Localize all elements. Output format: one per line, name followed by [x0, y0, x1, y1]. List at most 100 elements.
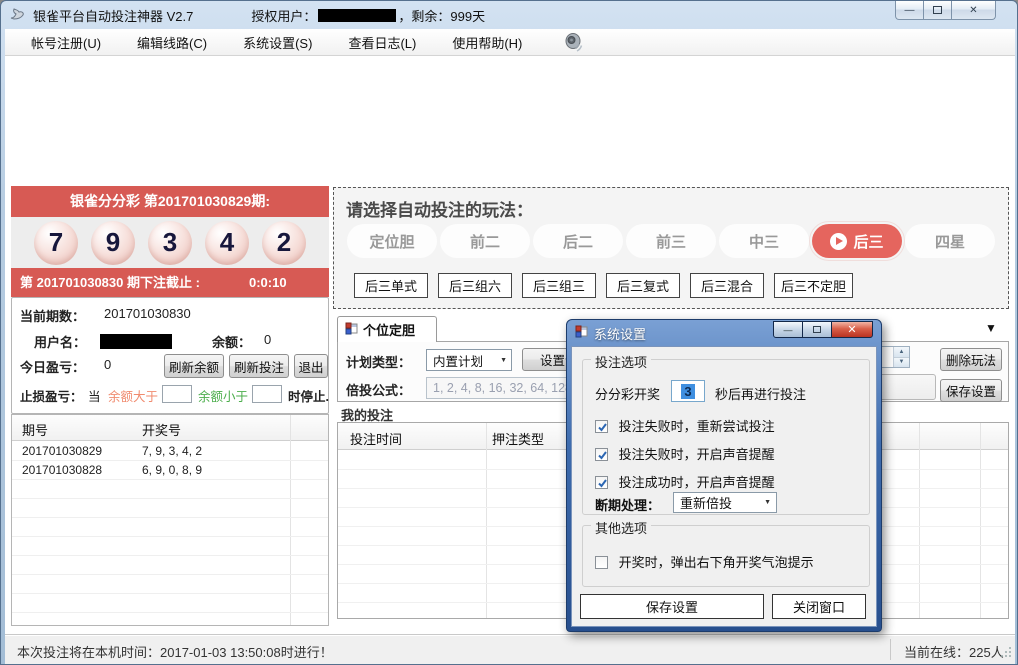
statusbar: 本次投注将在本机时间：2017-01-03 13:50:08时进行！ 当前在线：… — [5, 634, 1015, 664]
game-zhong3[interactable]: 中三 — [719, 224, 809, 258]
play-icon — [830, 233, 847, 250]
dialog-controls: — ✕ — [773, 321, 873, 338]
period-value: 201701030830 — [104, 306, 191, 321]
history-header: 期号 开奖号 — [12, 415, 328, 441]
ball-5: 2 — [262, 221, 306, 265]
game-dingweidan[interactable]: 定位胆 — [347, 224, 437, 258]
history-table: 期号 开奖号 201701030829 7, 9, 3, 4, 2 201701… — [11, 414, 329, 626]
profit-value: 0 — [104, 357, 111, 372]
break-period-select[interactable]: 重新倍投 ▼ — [673, 492, 777, 513]
table-row[interactable]: 201701030828 6, 9, 0, 8, 9 — [12, 461, 328, 480]
delay-seconds-input[interactable]: 3 — [671, 380, 705, 402]
menu-view-logs[interactable]: 查看日志(L) — [336, 29, 428, 56]
status-divider — [890, 639, 891, 660]
game-hou2[interactable]: 后二 — [533, 224, 623, 258]
refresh-bets-button[interactable]: 刷新投注 — [229, 354, 289, 378]
dialog-close-button[interactable]: ✕ — [831, 321, 873, 338]
lottery-header: 银雀分分彩 第201701030829期: — [11, 186, 329, 217]
speaker-icon[interactable] — [562, 30, 586, 54]
collapse-arrow-icon[interactable]: ▼ — [985, 321, 997, 335]
resize-grip[interactable] — [1000, 646, 1012, 661]
game-hou3-selected[interactable]: 后三 — [812, 224, 902, 258]
subgame-hou3zu6[interactable]: 后三组六 — [438, 273, 512, 298]
ball-1: 7 — [34, 221, 78, 265]
menu-account-register[interactable]: 帐号注册(U) — [19, 29, 113, 56]
stepper-arrows[interactable]: ▲▼ — [893, 347, 909, 367]
minimize-button[interactable]: — — [895, 1, 924, 20]
stepper-down-icon[interactable]: ▼ — [894, 358, 909, 368]
balance-less-input[interactable] — [252, 385, 282, 403]
save-play-settings-button[interactable]: 保存设置 — [940, 379, 1002, 402]
window-controls: — ✕ — [895, 1, 996, 20]
menu-edit-line[interactable]: 编辑线路(C) — [125, 29, 219, 56]
dialog-content: 投注选项 分分彩开奖 3 秒后再进行投注 投注失败时，重新尝试投注 投注失败时，… — [571, 346, 877, 627]
draw-balls: 7 9 3 4 2 — [11, 217, 329, 268]
subgame-hou3danshi[interactable]: 后三单式 — [354, 273, 428, 298]
stoploss-label: 止损盈亏： — [20, 386, 83, 405]
history-col-period: 期号 — [22, 420, 48, 439]
subgame-hou3budingdan[interactable]: 后三不定胆 — [774, 273, 853, 298]
bet-options-group: 投注选项 分分彩开奖 3 秒后再进行投注 投注失败时，重新尝试投注 投注失败时，… — [582, 359, 870, 515]
bubble-notify-checkbox[interactable] — [595, 556, 608, 569]
redacted-account-name — [100, 334, 172, 349]
system-settings-dialog: 系统设置 — ✕ 投注选项 分分彩开奖 3 秒后再进行投注 投注失败时，重新尝试… — [566, 319, 882, 632]
formula-label: 倍投公式： — [346, 380, 411, 399]
delay-seconds-value: 3 — [681, 384, 694, 399]
dialog-maximize-button[interactable] — [803, 321, 831, 338]
chevron-down-icon: ▼ — [500, 357, 507, 364]
bets-col-type: 押注类型 — [492, 429, 544, 448]
countdown-bar: 第 201701030830 期下注截止 : 0:0:10 — [11, 268, 329, 297]
menu-system-settings[interactable]: 系统设置(S) — [231, 29, 324, 56]
tab-label: 个位定胆 — [363, 320, 415, 339]
break-period-label: 断期处理： — [595, 498, 660, 513]
balance-greater-input[interactable] — [162, 385, 192, 403]
account-info-panel: 当前期数： 201701030830 用户名： 余额： 0 今日盈亏： 0 刷新… — [11, 297, 329, 414]
ball-4: 4 — [205, 221, 249, 265]
history-period-value: 201701030829 — [22, 444, 102, 458]
online-count-status: 当前在线：225人 — [904, 642, 1004, 661]
history-rows: 201701030829 7, 9, 3, 4, 2 201701030828 … — [12, 442, 328, 625]
menu-help[interactable]: 使用帮助(H) — [440, 29, 534, 56]
balance-greater-label: 余额大于 — [108, 386, 158, 405]
close-button[interactable]: ✕ — [951, 1, 996, 20]
game-hou3-label: 后三 — [853, 231, 883, 252]
game-sixing[interactable]: 四星 — [905, 224, 995, 258]
game-qian3[interactable]: 前三 — [626, 224, 716, 258]
subgame-hou3fushi[interactable]: 后三复式 — [606, 273, 680, 298]
subgame-hou3hunhe[interactable]: 后三混合 — [690, 273, 764, 298]
game-qian2[interactable]: 前二 — [440, 224, 530, 258]
close-window-button[interactable]: 关闭窗口 — [772, 594, 866, 619]
tab-gewei-dingdan[interactable]: 个位定胆 — [337, 316, 437, 342]
delay-prefix-label: 分分彩开奖 — [595, 387, 660, 402]
save-settings-button[interactable]: 保存设置 — [580, 594, 764, 619]
auth-days-remaining: ，剩余：999天 — [398, 6, 485, 25]
game-select-panel: 请选择自动投注的玩法： 定位胆 前二 后二 前三 中三 后三 四星 后三单式 后… — [333, 187, 1009, 309]
table-row[interactable]: 201701030829 7, 9, 3, 4, 2 — [12, 442, 328, 461]
delete-play-button[interactable]: 删除玩法 — [940, 348, 1002, 371]
sound-on-success-checkbox[interactable] — [595, 476, 608, 489]
subgame-hou3zu3[interactable]: 后三组三 — [522, 273, 596, 298]
stoploss-when: 当 — [88, 386, 101, 405]
form-icon — [345, 322, 358, 338]
username-label: 用户名： — [34, 332, 86, 351]
stepper-up-icon[interactable]: ▲ — [894, 347, 909, 358]
dialog-titlebar[interactable]: 系统设置 — ✕ — [567, 320, 881, 346]
stoploss-suffix: 时停止. — [288, 386, 329, 405]
dialog-minimize-button[interactable]: — — [773, 321, 803, 338]
other-options-group: 其他选项 开奖时，弹出右下角开奖气泡提示 — [582, 525, 870, 587]
exit-button[interactable]: 退出 — [294, 354, 328, 378]
sub-game-row: 后三单式 后三组六 后三组三 后三复式 后三混合 后三不定胆 — [354, 273, 853, 298]
bet-options-group-label: 投注选项 — [591, 352, 651, 371]
sound-on-success-label: 投注成功时，开启声音提醒 — [619, 475, 775, 490]
countdown-value: 0:0:10 — [249, 268, 287, 297]
plan-type-select[interactable]: 内置计划 ▼ — [426, 349, 512, 371]
sound-on-fail-checkbox[interactable] — [595, 448, 608, 461]
ball-2: 9 — [91, 221, 135, 265]
delay-suffix-label: 秒后再进行投注 — [715, 384, 806, 403]
retry-on-fail-checkbox[interactable] — [595, 420, 608, 433]
refresh-balance-button[interactable]: 刷新余额 — [164, 354, 224, 378]
bets-col-time: 投注时间 — [350, 429, 402, 448]
maximize-button[interactable] — [924, 1, 951, 20]
period-label: 当前期数： — [20, 306, 85, 325]
app-window: 银雀平台自动投注神器 V2.7 授权用户： ，剩余：999天 — ✕ 帐号注册(… — [0, 0, 1018, 665]
